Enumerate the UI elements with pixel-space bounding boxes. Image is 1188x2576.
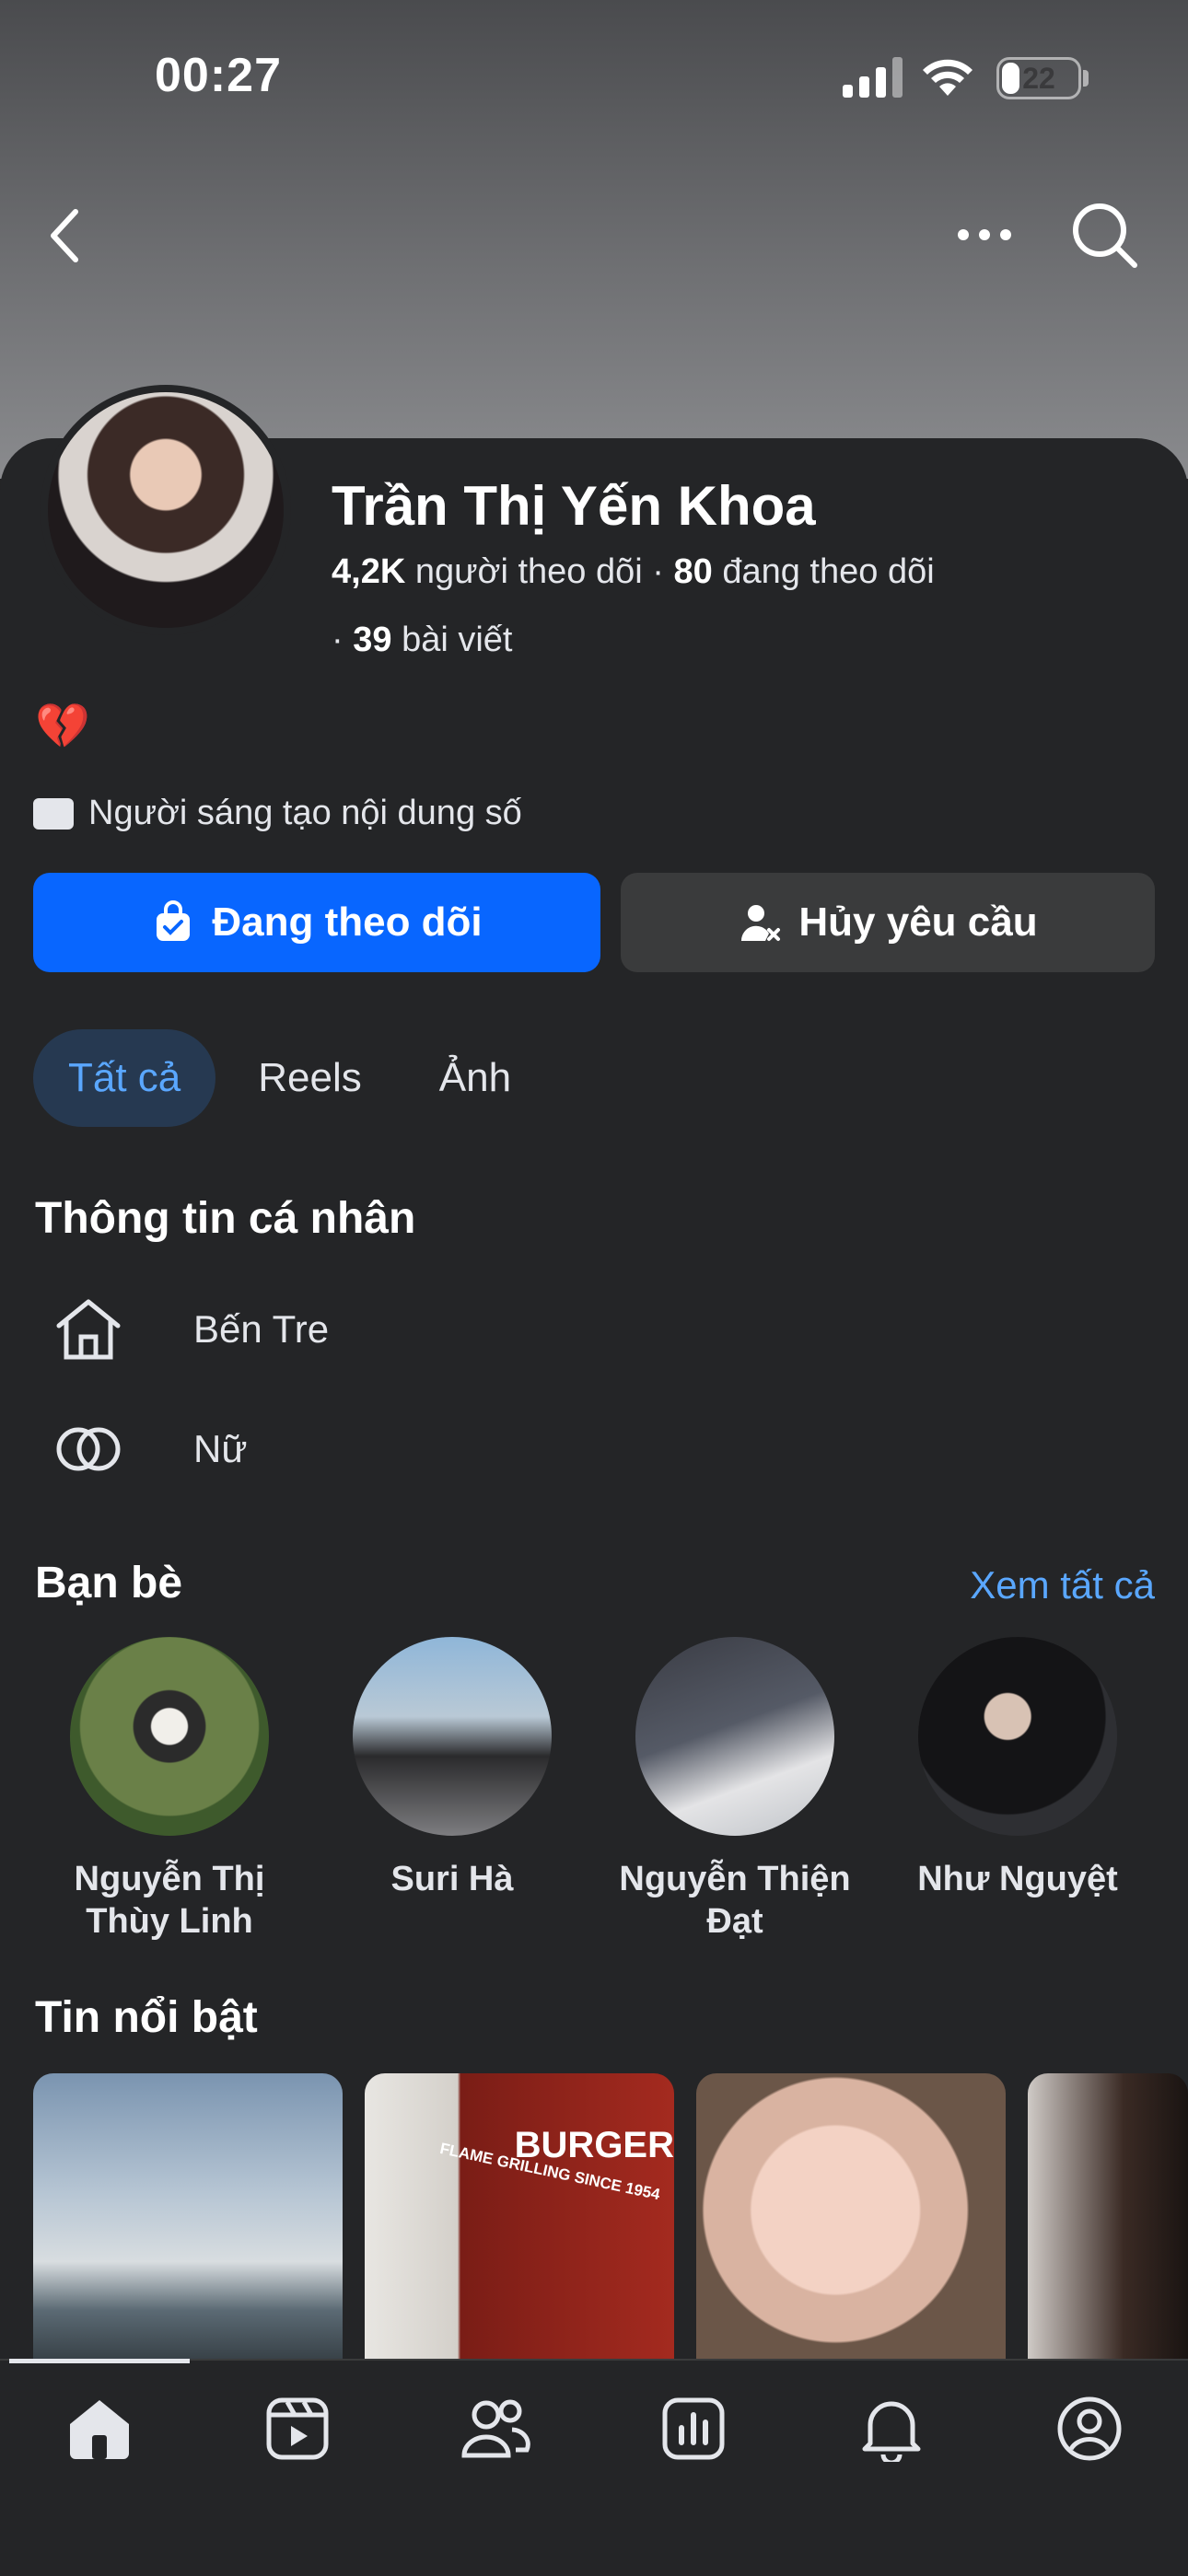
status-time: 00:27: [155, 49, 282, 102]
story-highlight[interactable]: [33, 2073, 343, 2377]
clapperboard-icon: [33, 797, 74, 830]
friend-card[interactable]: Như Nguyệt: [879, 1637, 1156, 1900]
followers-label[interactable]: người theo dõi: [415, 552, 643, 591]
home-outline-icon: [56, 1299, 121, 1360]
separator-dot: ·: [652, 552, 674, 591]
story-highlight[interactable]: [696, 2073, 1006, 2377]
friend-name[interactable]: Nguyễn Thị Thùy Linh: [31, 1858, 308, 1943]
battery-level: 22: [1022, 62, 1055, 95]
following-button-label: Đang theo dõi: [212, 899, 483, 945]
gender-row: Nữ: [53, 1421, 247, 1477]
nav-profile[interactable]: [1053, 2392, 1126, 2466]
following-label[interactable]: đang theo dõi: [722, 552, 934, 591]
status-bar: 00:27 22: [0, 0, 1188, 157]
nav-notifications[interactable]: [855, 2392, 928, 2466]
story-highlight[interactable]: BURGER FLAME GRILLING SINCE 1954: [365, 2073, 674, 2377]
following-button[interactable]: Đang theo dõi: [33, 873, 600, 972]
tab-reels[interactable]: Reels: [223, 1029, 397, 1127]
friend-card[interactable]: Nguyễn Thiện Đạt: [597, 1637, 873, 1943]
category-label: Người sáng tạo nội dung số: [88, 794, 522, 832]
profile-stats: 4,2K người theo dõi · 80 đang theo dõi: [332, 552, 935, 592]
followers-count[interactable]: 4,2K: [332, 552, 405, 591]
profile-avatar[interactable]: [41, 385, 291, 635]
cancel-request-label: Hủy yêu cầu: [798, 899, 1038, 945]
home-icon: [70, 2400, 129, 2459]
highlights-title: Tin nổi bật: [35, 1993, 258, 2042]
posts-count: 39: [353, 621, 392, 659]
gender-label: Nữ: [193, 1427, 248, 1470]
friend-name[interactable]: Suri Hà: [314, 1858, 590, 1900]
video-icon: [266, 2397, 329, 2460]
wifi-icon: [923, 59, 973, 96]
nav-reels[interactable]: [261, 2392, 334, 2466]
following-count[interactable]: 80: [673, 552, 712, 591]
friend-card[interactable]: Suri Hà: [314, 1637, 590, 1900]
profile-icon: [1057, 2396, 1122, 2461]
profile-category: Người sáng tạo nội dung số: [33, 794, 522, 833]
nav-home[interactable]: [63, 2392, 136, 2466]
active-tab-indicator: [9, 2359, 190, 2363]
battery-icon: 22: [996, 57, 1081, 99]
following-icon: [157, 900, 191, 941]
more-horizontal-icon[interactable]: [956, 221, 1013, 249]
cancel-friend-request-icon: [741, 905, 781, 941]
profile-name: Trần Thị Yến Khoa: [332, 475, 816, 537]
friend-avatar[interactable]: [353, 1637, 552, 1836]
battery-tip: [1083, 70, 1089, 87]
see-all-friends-link[interactable]: Xem tất cả: [970, 1563, 1155, 1607]
separator-dot: ·: [332, 621, 354, 659]
tab-photos[interactable]: Ảnh: [404, 1029, 546, 1127]
tab-all[interactable]: Tất cả: [33, 1029, 216, 1127]
dashboard-icon: [662, 2397, 725, 2460]
gender-icon: [56, 1427, 121, 1471]
posts-label: bài viết: [402, 621, 513, 659]
nav-friends[interactable]: [459, 2392, 532, 2466]
nav-dashboard[interactable]: [657, 2392, 730, 2466]
chevron-left-icon[interactable]: [41, 204, 92, 267]
bottom-navigation: [0, 2359, 1188, 2576]
bio-emoji: 💔: [35, 702, 90, 751]
personal-info-title: Thông tin cá nhân: [35, 1194, 416, 1243]
profile-posts: · 39 bài viết: [332, 621, 512, 660]
cancel-request-button[interactable]: Hủy yêu cầu: [621, 873, 1155, 972]
friend-avatar[interactable]: [635, 1637, 834, 1836]
search-icon[interactable]: [1070, 201, 1140, 271]
profile-tabs: Tất cả Reels Ảnh: [33, 1029, 553, 1127]
friend-avatar[interactable]: [70, 1637, 269, 1836]
bell-icon: [862, 2401, 921, 2462]
hometown-row: Bến Tre: [53, 1296, 329, 1363]
friend-name[interactable]: Nguyễn Thiện Đạt: [597, 1858, 873, 1943]
friends-title: Bạn bè: [35, 1559, 183, 1607]
friend-name[interactable]: Như Nguyệt: [879, 1858, 1156, 1900]
friend-card[interactable]: Nguyễn Thị Thùy Linh: [31, 1637, 308, 1943]
friend-avatar[interactable]: [918, 1637, 1117, 1836]
signal-icon: [843, 57, 903, 98]
story-highlight[interactable]: [1028, 2073, 1188, 2377]
hometown-label: Bến Tre: [193, 1307, 330, 1351]
friends-icon: [461, 2399, 530, 2458]
